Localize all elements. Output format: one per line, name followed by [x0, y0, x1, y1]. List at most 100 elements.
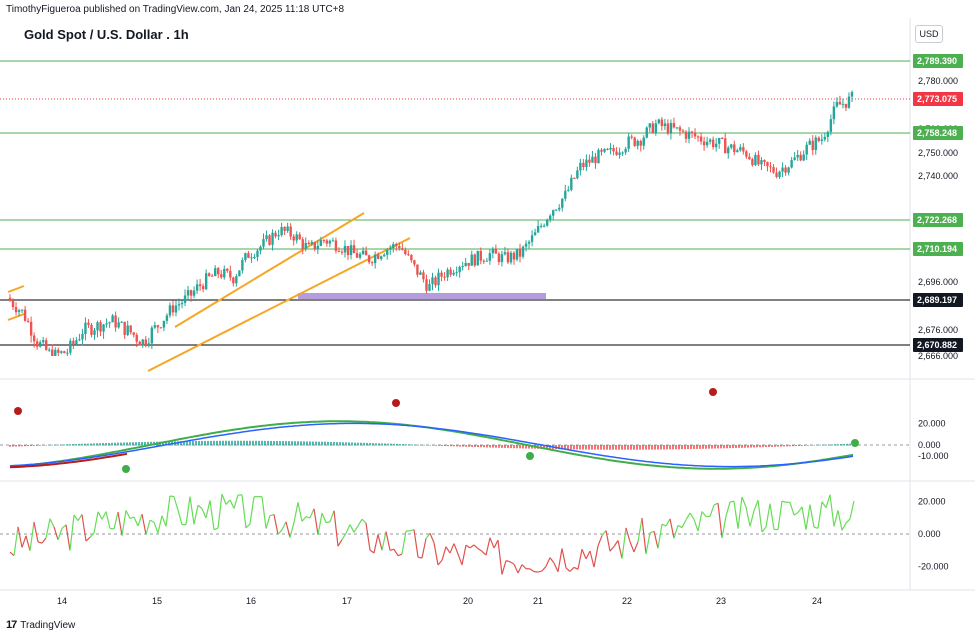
momentum-segment [713, 502, 719, 506]
wave-histogram-bar [603, 445, 605, 450]
candle-body [81, 334, 84, 340]
candle-body [440, 272, 443, 277]
candle-body [51, 349, 54, 356]
candle-body [769, 166, 772, 168]
momentum-segment [733, 501, 739, 529]
wave-histogram-bar [393, 443, 395, 446]
candle-body [32, 335, 36, 342]
tradingview-brand: TradingView [20, 619, 76, 631]
wave-histogram-bar [504, 445, 506, 448]
candle-body [787, 167, 790, 173]
momentum-segment [229, 499, 235, 509]
wave-histogram-bar [699, 445, 701, 449]
candle-body [244, 253, 247, 261]
momentum-segment [41, 537, 47, 544]
momentum-segment [409, 528, 415, 532]
wave-histogram-bar [111, 442, 113, 446]
momentum-segment [685, 512, 691, 521]
candle-body [195, 284, 199, 291]
candle-body [325, 240, 329, 244]
wave-histogram-bar [471, 445, 473, 447]
wave-histogram-bar [33, 445, 35, 446]
momentum-segment [113, 512, 119, 530]
candle-body [473, 254, 476, 266]
wave-histogram-bar [141, 442, 143, 446]
wave-histogram-bar [606, 445, 608, 450]
wave-histogram-bar [75, 443, 77, 446]
wave-histogram-bar [657, 445, 659, 450]
momentum-segment [169, 495, 175, 498]
momentum-segment [661, 523, 667, 527]
candle-body [681, 130, 685, 132]
wave-histogram-bar [81, 443, 83, 446]
candle-body [229, 270, 232, 278]
time-axis-label: 14 [57, 596, 67, 606]
wave-histogram-bar [438, 445, 440, 446]
candle-body [778, 171, 781, 177]
candle-body [165, 315, 169, 321]
candle-body [292, 236, 295, 241]
candle-body [144, 339, 148, 346]
momentum-segment [217, 493, 223, 529]
wave-histogram-bar [372, 443, 374, 446]
momentum-segment [745, 506, 751, 527]
candle-body [171, 305, 175, 313]
momentum-segment [265, 515, 271, 529]
tradingview-footer[interactable]: 17 TradingView [6, 619, 75, 631]
chart-canvas[interactable]: 2,780.0002,760.0002,750.0002,740.0002,69… [0, 0, 975, 638]
wave-histogram-bar [462, 445, 464, 447]
candle-body [425, 279, 428, 291]
candle-body [808, 140, 811, 145]
candle-body [174, 305, 178, 313]
wave-histogram-bar [573, 445, 575, 450]
wave-histogram-bar [819, 444, 821, 446]
wave-histogram-bar [723, 445, 725, 449]
candle-body [736, 150, 739, 153]
wave-histogram-bar [771, 445, 773, 447]
momentum-segment [617, 540, 623, 559]
wave-histogram-bar [609, 445, 611, 450]
candle-body [847, 96, 851, 108]
wave-histogram-bar [825, 444, 827, 446]
wave-histogram-bar [729, 445, 731, 449]
candle-body [727, 147, 730, 154]
candle-body [733, 144, 736, 153]
wave-histogram-bar [522, 445, 524, 449]
momentum-segment [469, 544, 475, 549]
wave-histogram-bar [429, 445, 431, 446]
momentum-segment [421, 538, 427, 559]
wave-histogram-bar [411, 444, 413, 446]
candle-body [413, 260, 416, 265]
candle-body [660, 119, 664, 127]
candle-body [247, 253, 250, 258]
candle-body [11, 301, 15, 308]
candle-body [657, 119, 661, 124]
candle-body [310, 241, 313, 245]
wave-histogram-bar [120, 442, 122, 446]
candle-body [153, 325, 157, 328]
candle-body [696, 136, 700, 138]
candle-body [159, 327, 163, 329]
candle-body [265, 235, 268, 240]
momentum-segment [813, 526, 819, 529]
momentum-segment [517, 564, 523, 574]
wave-histogram-bar [684, 445, 686, 450]
wave-histogram-bar [627, 445, 629, 450]
wave-histogram-bar [840, 444, 842, 446]
candle-body [591, 156, 594, 163]
candle-body [407, 254, 410, 256]
wave-histogram-bar [366, 442, 368, 446]
candle-body [642, 137, 645, 146]
wave-histogram-bar [48, 444, 50, 446]
wave-histogram-bar [741, 445, 743, 448]
momentum-segment [761, 526, 767, 533]
candle-body [283, 227, 286, 231]
momentum-segment [417, 556, 423, 559]
candle-body [431, 277, 434, 285]
momentum-segment [693, 519, 699, 532]
momentum-segment [81, 514, 87, 542]
momentum-segment [333, 510, 339, 547]
wave-histogram-bar [231, 440, 233, 446]
momentum-segment [541, 565, 547, 572]
wave-histogram-bar [474, 445, 476, 448]
